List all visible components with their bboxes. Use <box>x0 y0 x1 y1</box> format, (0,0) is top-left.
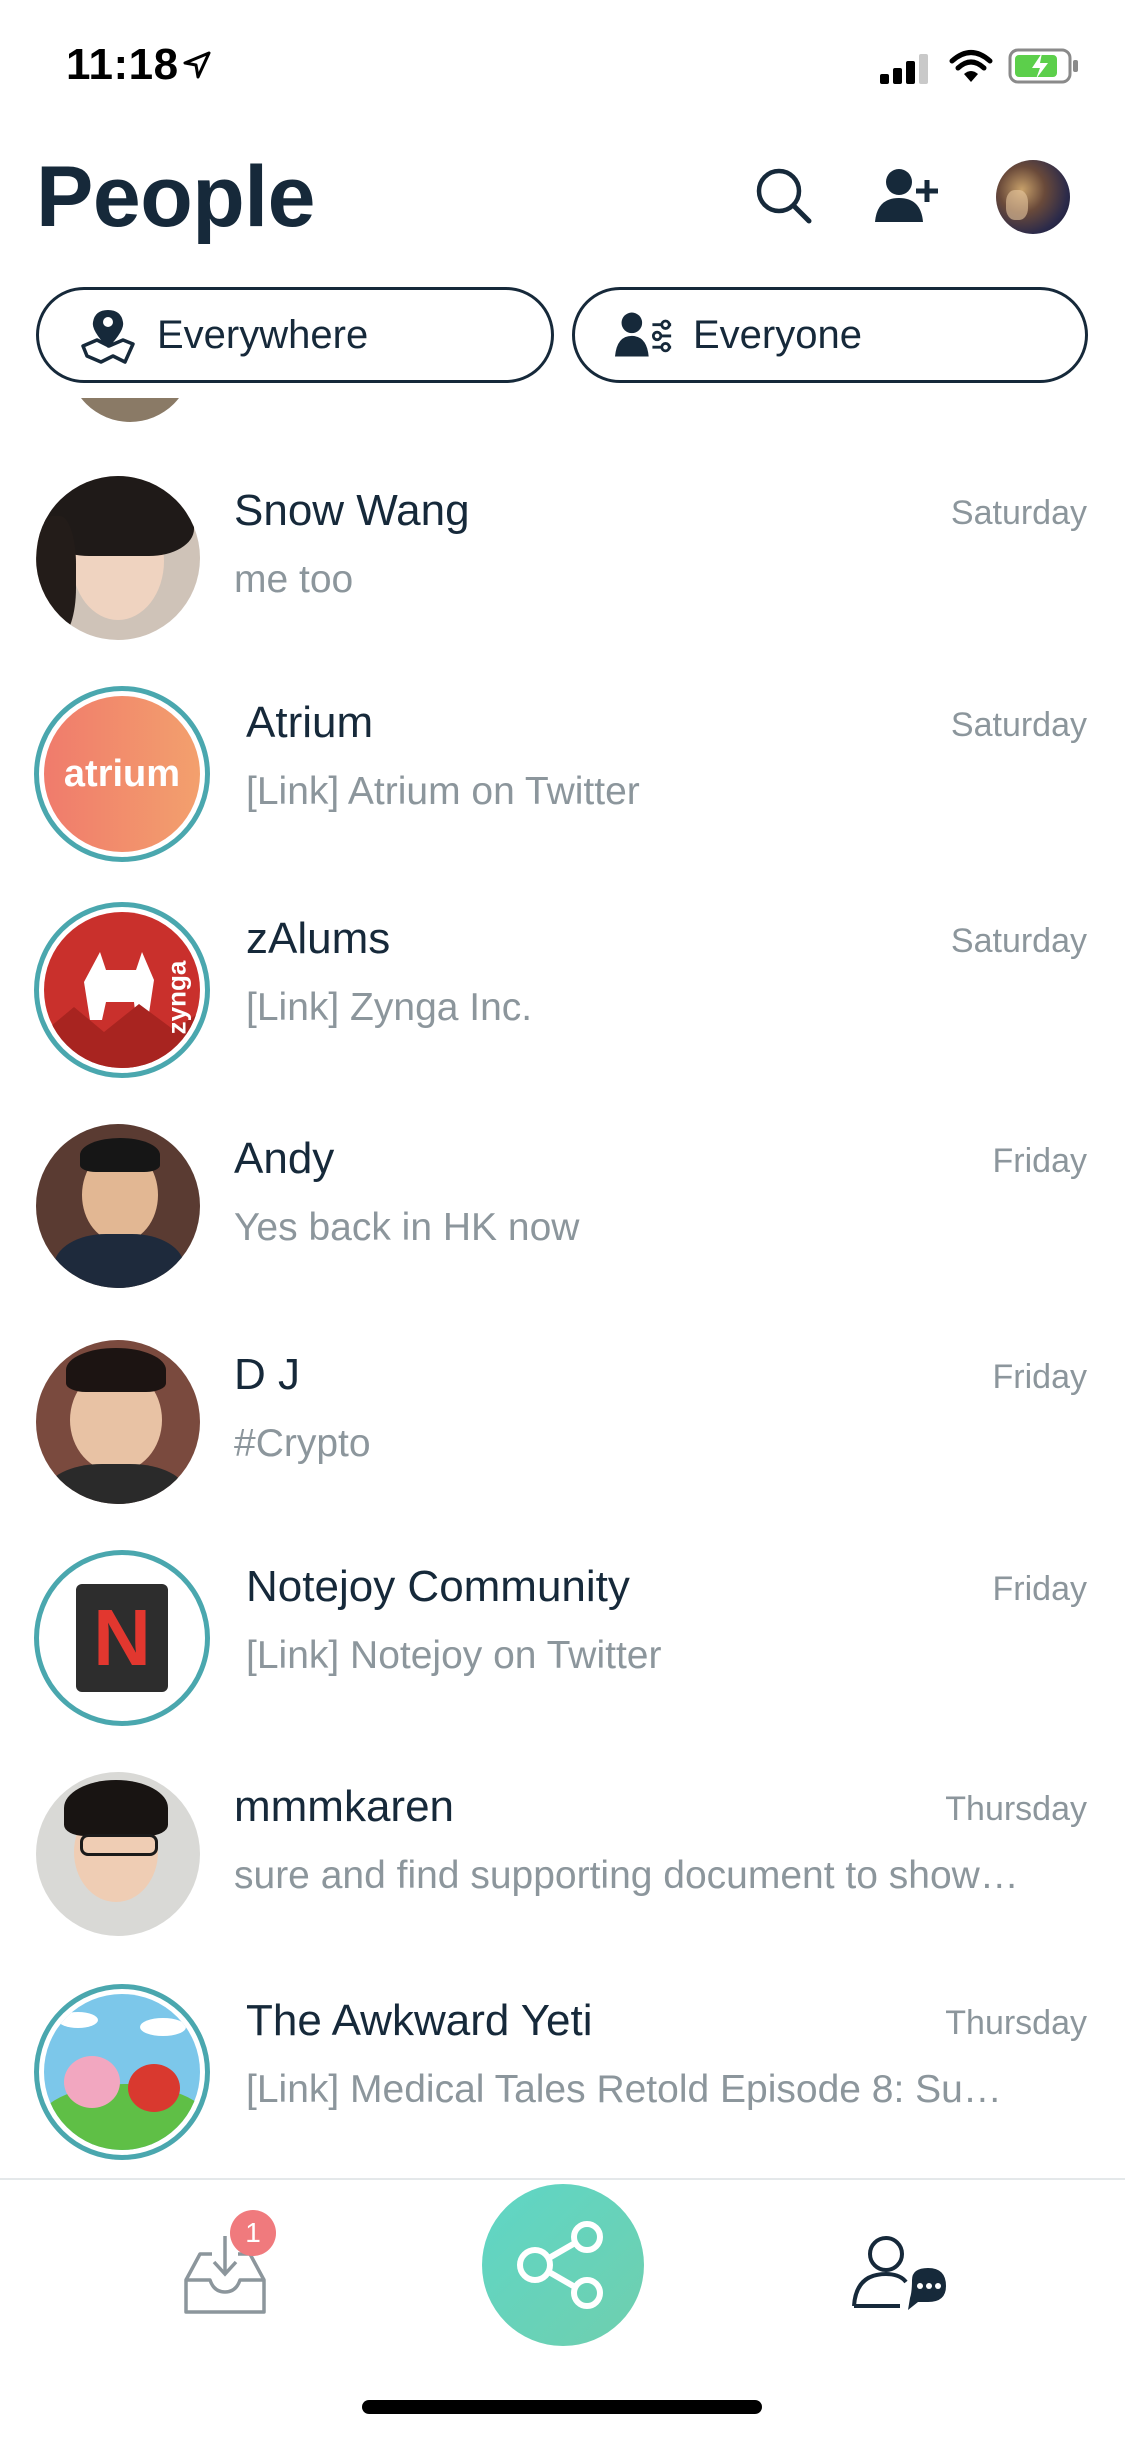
battery-charging-icon <box>1008 48 1078 84</box>
atrium-logo: atrium <box>63 752 181 795</box>
avatar: zynga <box>34 902 210 1078</box>
share-button[interactable] <box>482 2184 644 2346</box>
cellular-signal-icon <box>880 54 928 84</box>
avatar <box>36 1340 200 1504</box>
message-time: Thursday <box>945 2004 1087 2042</box>
add-person-button[interactable] <box>870 160 942 232</box>
avatar <box>68 398 192 422</box>
message-preview: me too <box>234 558 354 601</box>
message-preview: Yes back in HK now <box>234 1206 580 1249</box>
people-chat-icon <box>852 2236 946 2310</box>
conversation-row[interactable]: The Awkward Yeti [Link] Medical Tales Re… <box>0 1984 1125 2178</box>
conversation-row[interactable]: Snow Wang me too Saturday <box>0 476 1125 692</box>
tab-bar: 1 <box>0 2178 1125 2438</box>
message-preview: #Crypto <box>234 1422 371 1465</box>
page-title: People <box>36 149 315 245</box>
search-button[interactable] <box>748 160 820 232</box>
message-preview: [Link] Medical Tales Retold Episode 8: S… <box>246 2068 1002 2111</box>
avatar: atrium <box>34 686 210 862</box>
notebook-logo: N <box>76 1584 168 1692</box>
message-time: Friday <box>992 1358 1087 1396</box>
notejoy-logo: N <box>93 1593 151 1682</box>
contact-name: zAlums <box>246 914 391 963</box>
conversation-row[interactable]: Andy Yes back in HK now Friday <box>0 1124 1125 1340</box>
contact-name: Atrium <box>246 698 374 747</box>
audience-filter-label: Everyone <box>693 312 862 357</box>
contact-name: The Awkward Yeti <box>246 1996 593 2045</box>
audience-filter-button[interactable]: Everyone <box>572 287 1088 383</box>
search-icon <box>756 168 812 224</box>
share-icon <box>517 2221 603 2309</box>
tab-people[interactable] <box>848 2230 954 2320</box>
message-preview: [Link] Atrium on Twitter <box>246 770 640 813</box>
conversation-row[interactable]: mmmkaren sure and find supporting docume… <box>0 1772 1125 1988</box>
contact-name: Andy <box>234 1134 335 1183</box>
location-arrow-icon <box>183 51 211 79</box>
wifi-icon <box>949 50 993 82</box>
person-settings-icon <box>615 306 673 364</box>
status-time: 11:18 <box>66 40 179 89</box>
inbox-badge: 1 <box>230 2210 276 2256</box>
conversation-row[interactable]: zynga zAlums [Link] Zynga Inc. Saturday <box>0 902 1125 1120</box>
conversation-row[interactable]: D J #Crypto Friday <box>0 1340 1125 1556</box>
home-indicator <box>362 2400 762 2414</box>
conversation-row[interactable]: N Notejoy Community [Link] Notejoy on Tw… <box>0 1550 1125 1768</box>
zynga-logo: zynga <box>161 960 192 1035</box>
message-time: Friday <box>992 1570 1087 1608</box>
message-time: Friday <box>992 1142 1087 1180</box>
add-person-icon <box>875 169 938 222</box>
avatar <box>36 476 200 640</box>
message-preview: [Link] Zynga Inc. <box>246 986 533 1029</box>
avatar: N <box>34 1550 210 1726</box>
message-time: Saturday <box>950 706 1087 744</box>
message-preview: sure and find supporting document to sho… <box>234 1854 1019 1897</box>
message-preview: [Link] Notejoy on Twitter <box>246 1634 662 1677</box>
contact-name: Notejoy Community <box>246 1562 630 1611</box>
avatar <box>36 1772 200 1936</box>
status-bar: 11:18 <box>0 0 1125 140</box>
contact-name: mmmkaren <box>234 1782 455 1831</box>
location-filter-label: Everywhere <box>157 312 369 357</box>
avatar <box>34 1984 210 2160</box>
map-pin-icon <box>79 306 137 364</box>
contact-name: Snow Wang <box>234 486 470 535</box>
avatar <box>36 1124 200 1288</box>
message-time: Saturday <box>950 922 1087 960</box>
location-filter-button[interactable]: Everywhere <box>36 287 554 383</box>
message-time: Thursday <box>945 1790 1087 1828</box>
conversation-list[interactable]: Snow Wang me too Saturday atrium Atrium … <box>0 398 1125 2178</box>
conversation-row[interactable]: atrium Atrium [Link] Atrium on Twitter S… <box>0 686 1125 904</box>
contact-name: D J <box>234 1350 300 1399</box>
profile-avatar[interactable] <box>996 160 1070 234</box>
message-time: Saturday <box>950 494 1087 532</box>
